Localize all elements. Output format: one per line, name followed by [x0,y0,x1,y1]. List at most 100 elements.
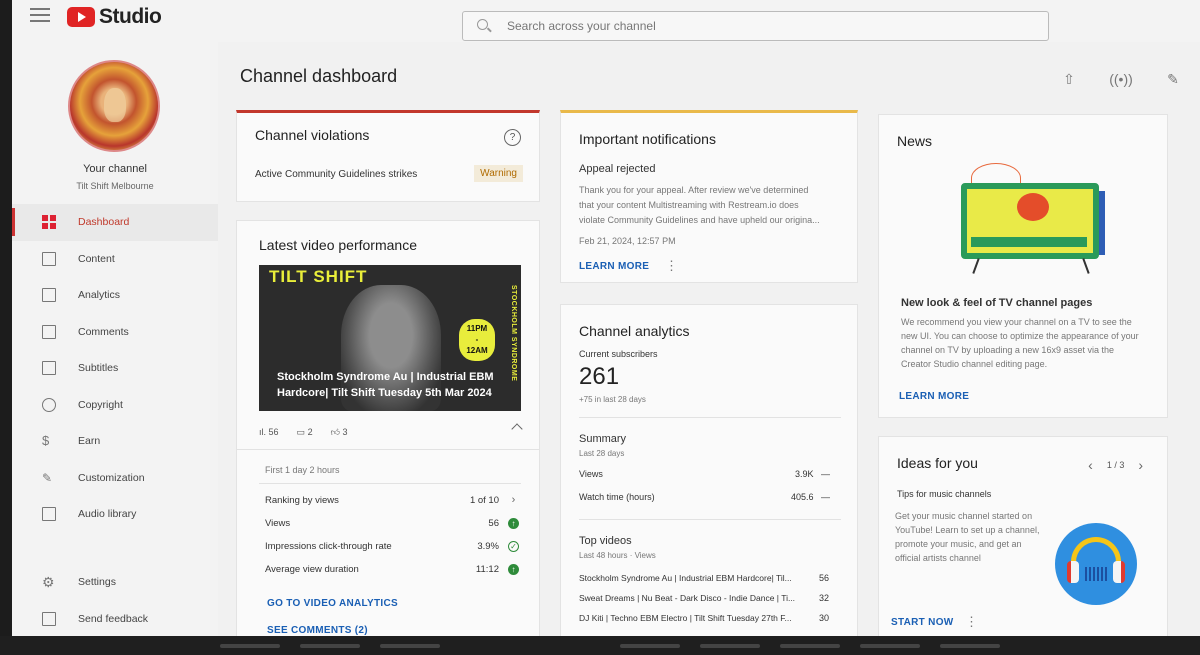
sidebar-item-label: Settings [78,576,116,589]
sidebar-item-label: Comments [78,325,129,338]
ideas-subtitle: Tips for music channels [897,489,992,499]
search-bar[interactable] [462,11,1049,41]
video-thumbnail[interactable]: TILT SHIFT STOCKHOLM SYNDROME 11PM - 12A… [259,265,521,411]
chevron-left-icon[interactable]: ‹ [1088,457,1093,473]
metric-label: Average view duration [265,564,359,575]
sidebar: Your channel Tilt Shift Melbourne Dashbo… [12,42,218,636]
comment-icon: ▭ [296,427,306,437]
metric-label: Views [265,518,291,529]
thumbnail-time-badge: 11PM - 12AM [459,319,495,361]
notification-body-line: that your content Multistreaming with Re… [579,200,799,210]
news-body-line: Creator Studio channel editing page. [901,359,1048,369]
learn-more-link[interactable]: LEARN MORE [579,261,649,272]
top-video-title[interactable]: Stockholm Syndrome Au | Industrial EBM H… [579,573,792,583]
sidebar-item-analytics[interactable]: Analytics [12,277,218,314]
comments-stat: ▭ 2 [297,427,313,438]
sidebar-item-copyright[interactable]: Copyright [12,387,218,424]
more-options-icon[interactable]: ⋮ [965,614,978,630]
sidebar-item-audio-library[interactable]: Audio library [12,496,218,533]
sidebar-item-label: Subtitles [78,362,119,375]
time-end: 12AM [466,346,488,355]
news-headline: New look & feel of TV channel pages [901,297,1093,309]
sidebar-item-label: Audio library [78,508,137,521]
help-icon[interactable]: ? [504,129,521,146]
search-input[interactable] [507,19,1007,33]
sidebar-item-label: Customization [78,471,145,484]
metric-ranking-row[interactable]: Ranking by views 1 of 10 › [265,495,521,515]
keyboard-key [860,644,920,648]
feedback-icon [42,611,56,626]
time-start: 11PM [466,324,488,333]
metric-label: Ranking by views [265,495,339,506]
main-content: Channel dashboard ⇧ ((•)) ✎ Channel viol… [218,42,1200,636]
search-icon [477,19,491,33]
see-comments-link[interactable]: SEE COMMENTS (2) [267,625,368,636]
chevron-right-icon[interactable]: › [1138,457,1143,473]
top-video-title[interactable]: Sweat Dreams | Nu Beat - Dark Disco - In… [579,593,795,603]
subscribers-change: +75 in last 28 days [579,395,646,404]
summary-views-label: Views [579,469,603,479]
keyboard-key [620,644,680,648]
metric-ctr-row: Impressions click-through rate 3.9% ✓ [265,541,521,561]
sidebar-item-comments[interactable]: Comments [12,314,218,351]
sidebar-item-subtitles[interactable]: Subtitles [12,350,218,387]
metric-value: 1 of 10 [469,495,499,506]
channel-violations-card: Channel violations ? Active Community Gu… [236,110,540,202]
metric-label: Impressions click-through rate [265,541,392,552]
metric-views-row: Views 56 ↑ [265,518,521,538]
start-now-link[interactable]: START NOW [891,617,954,628]
time-separator: - [475,335,479,344]
thumbnail-brand: TILT SHIFT [269,267,368,286]
channel-analytics-card: Channel analytics Current subscribers 26… [560,304,858,636]
go-to-video-analytics-link[interactable]: GO TO VIDEO ANALYTICS [267,598,398,609]
chevron-right-icon: › [511,494,516,506]
create-post-icon[interactable]: ✎ [1160,68,1186,90]
status-badge: Warning [474,165,523,182]
news-body-line: new UI. You can choose to optimize the a… [901,331,1139,341]
strikes-label: Active Community Guidelines strikes [255,169,418,180]
metric-value: 56 [488,518,499,529]
comments-icon [42,324,56,339]
sidebar-item-send-feedback[interactable]: Send feedback [12,601,218,637]
copyright-icon [42,397,56,412]
top-video-title[interactable]: DJ Kiti | Techno EBM Electro | Tilt Shif… [579,613,792,623]
sidebar-item-dashboard[interactable]: Dashboard [12,204,218,241]
collapse-chevron-icon[interactable] [511,423,523,435]
studio-logo[interactable]: Studio [67,5,162,29]
divider [579,417,841,418]
more-options-icon[interactable]: ⋮ [665,258,678,274]
card-title: Latest video performance [259,237,417,253]
upload-icon[interactable]: ⇧ [1056,68,1082,90]
thumbs-up-icon: 👍︎ [330,427,340,437]
monitor-bezel-bottom [0,636,1200,655]
sidebar-item-customization[interactable]: ✎ Customization [12,460,218,497]
subtitles-icon [42,361,56,376]
keyboard-key [380,644,440,648]
hamburger-menu-icon[interactable] [30,8,50,24]
sidebar-item-label: Analytics [78,289,121,302]
sidebar-item-label: Content [78,252,115,265]
learn-more-link[interactable]: LEARN MORE [899,391,969,402]
views-count: 56 [268,427,279,437]
sidebar-item-settings[interactable]: ⚙ Settings [12,564,218,601]
card-title: Channel analytics [579,323,690,339]
go-live-icon[interactable]: ((•)) [1108,68,1134,90]
sidebar-item-label: Copyright [78,398,123,411]
period-label: First 1 day 2 hours [265,465,340,475]
headphones-ear-left [1067,561,1079,583]
headphones-ear-right [1113,561,1125,583]
channel-avatar[interactable] [68,60,160,152]
ideas-body-line: promote your music, and get an [895,539,1022,549]
your-channel-label: Your channel [83,163,147,175]
sidebar-item-content[interactable]: Content [12,241,218,278]
notification-subtitle: Appeal rejected [579,163,656,175]
subscribers-label: Current subscribers [579,349,658,359]
tv-illustration [961,183,1099,259]
bar-chart-icon: ıl. [259,427,267,437]
video-title: Stockholm Syndrome Au | Industrial EBM H… [277,371,494,399]
earn-icon: $ [42,433,50,449]
top-bar: Studio [12,0,1200,42]
tv-illustration-side [1099,191,1105,255]
sidebar-item-earn[interactable]: $ Earn [12,423,218,460]
summary-watch-time-label: Watch time (hours) [579,492,655,502]
